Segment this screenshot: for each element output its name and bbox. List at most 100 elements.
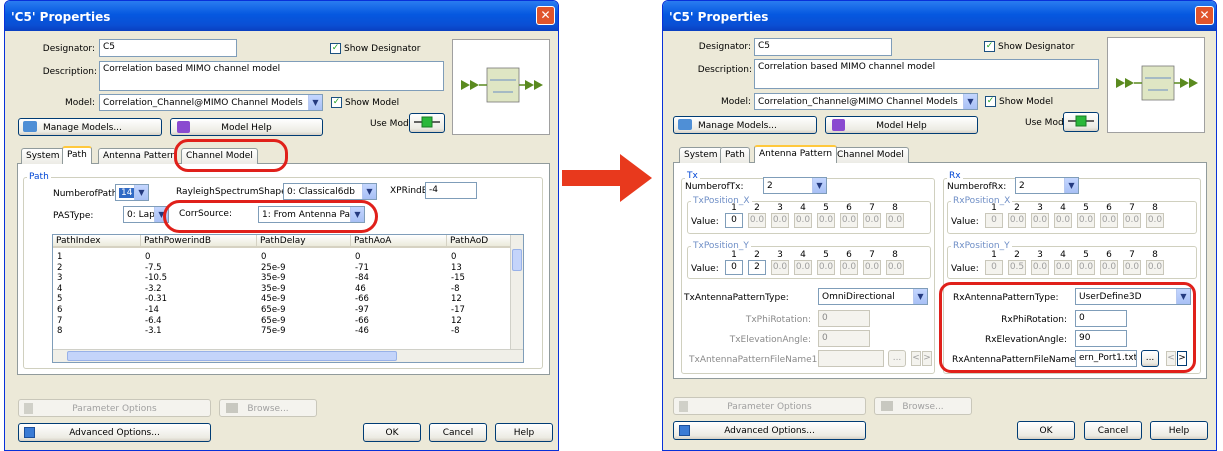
right-num-rx-select[interactable]: 2 ▼ — [1015, 177, 1079, 194]
position-index: 7 — [1129, 203, 1135, 213]
right-description-field[interactable]: Correlation based MIMO channel model — [754, 59, 1099, 89]
right-tx-pattern-type-select[interactable]: OmniDirectional ▼ — [818, 288, 928, 305]
table-cell: -6.4 — [145, 315, 162, 326]
left-rayleigh-select[interactable]: 0: Classical6db ▼ — [283, 183, 377, 200]
right-tx-group-title: Tx — [685, 171, 700, 181]
left-xpr-field[interactable]: -4 — [425, 182, 477, 199]
left-cancel-button[interactable]: Cancel — [429, 423, 487, 442]
left-manage-models-button[interactable]: Manage Models... — [18, 118, 162, 136]
right-cancel-button[interactable]: Cancel — [1084, 421, 1142, 440]
table-horizontal-scrollbar[interactable] — [53, 349, 523, 362]
left-designator-label: Designator: — [42, 44, 95, 54]
right-ok-button[interactable]: OK — [1017, 421, 1075, 440]
right-title-bar: 'C5' Properties — [663, 1, 1216, 31]
left-symbol-icon — [461, 67, 543, 103]
right-designator-field[interactable]: C5 — [754, 38, 892, 56]
left-tab-antenna-pattern[interactable]: Antenna Pattern — [98, 148, 176, 164]
position-value-cell: 0.0 — [817, 213, 835, 228]
left-show-designator-checkbox[interactable]: ✓ — [330, 43, 341, 54]
right-tab-antenna-pattern[interactable]: Antenna Pattern — [754, 145, 838, 163]
position-value-cell: 0.0 — [1100, 213, 1118, 228]
table-vertical-scrollbar[interactable] — [510, 235, 523, 349]
table-cell: 65e-9 — [261, 315, 286, 326]
table-header-cell[interactable]: PathAoA — [351, 235, 447, 248]
left-designator-field[interactable]: C5 — [99, 39, 237, 57]
position-index: 7 — [1129, 250, 1135, 260]
transition-arrow-icon — [562, 154, 652, 202]
right-list-icon — [679, 401, 688, 412]
position-value-cell: 0.0 — [1123, 213, 1141, 228]
table-cell: 5 — [57, 294, 63, 305]
table-cell: -0.31 — [145, 294, 167, 305]
left-advanced-icon — [24, 427, 35, 438]
right-tab-path[interactable]: Path — [720, 147, 750, 163]
table-cell: 12 — [451, 294, 462, 305]
position-value-cell: 0.0 — [1077, 213, 1095, 228]
position-index: 6 — [1106, 250, 1112, 260]
left-advanced-options-button[interactable]: Advanced Options... — [18, 423, 211, 442]
table-header-cell[interactable]: PathIndex — [53, 235, 141, 248]
left-list-icon — [24, 403, 33, 414]
position-index: 1 — [731, 203, 737, 213]
table-cell: 3 — [57, 273, 63, 284]
position-value-cell[interactable]: 0 — [725, 260, 743, 275]
left-ok-button[interactable]: OK — [363, 423, 421, 442]
right-show-model-label: Show Model — [999, 97, 1054, 107]
table-header-cell[interactable]: PathPowerindB — [141, 235, 257, 248]
right-show-model-checkbox[interactable]: ✓ — [985, 96, 996, 107]
left-tab-system[interactable]: System — [21, 148, 65, 164]
right-model-select[interactable]: Correlation_Channel@MIMO Channel Models ▼ — [754, 93, 978, 110]
right-folder-icon — [678, 119, 692, 130]
left-use-model-button[interactable] — [409, 113, 445, 133]
left-parameter-options-button: Parameter Options — [18, 399, 211, 417]
right-browse-button: Browse... — [874, 397, 972, 415]
left-model-label: Model: — [64, 98, 95, 108]
left-folder-icon — [23, 121, 37, 132]
position-index: 5 — [823, 250, 829, 260]
position-value-cell: 0.0 — [863, 213, 881, 228]
right-use-model-button[interactable] — [1063, 112, 1099, 132]
position-value-cell: 0 — [985, 213, 1003, 228]
left-title-bar: 'C5' Properties — [5, 1, 558, 31]
position-value-cell[interactable]: 2 — [748, 260, 766, 275]
left-num-path-select[interactable]: 14 ▼ — [115, 184, 149, 201]
right-rx-group-title: Rx — [947, 171, 963, 181]
right-tab-channel-model[interactable]: Channel Model — [832, 147, 909, 163]
left-help-book-icon — [177, 121, 190, 133]
right-num-tx-chevron-down-icon: ▼ — [812, 178, 826, 193]
left-num-path-chevron-down-icon: ▼ — [134, 185, 148, 200]
left-help-button[interactable]: Help — [495, 423, 553, 442]
table-cell: 8 — [57, 326, 63, 337]
right-close-icon[interactable]: ✕ — [1195, 6, 1214, 25]
left-model-help-button[interactable]: Model Help — [170, 118, 323, 136]
position-value-cell: 0.0 — [771, 260, 789, 275]
table-cell: -17 — [451, 305, 465, 315]
table-header-cell[interactable]: PathDelay — [257, 235, 351, 248]
left-model-select[interactable]: Correlation_Channel@MIMO Channel Models ▼ — [99, 94, 323, 111]
right-advanced-options-button[interactable]: Advanced Options... — [673, 421, 866, 440]
table-cell: -3.2 — [145, 283, 162, 294]
left-show-model-checkbox[interactable]: ✓ — [331, 97, 342, 108]
position-value-cell: 0.0 — [1100, 260, 1118, 275]
left-close-icon[interactable]: ✕ — [536, 6, 555, 25]
position-value-cell: 0.5 — [1008, 260, 1026, 275]
right-num-tx-select[interactable]: 2 ▼ — [763, 177, 827, 194]
right-help-button[interactable]: Help — [1150, 421, 1208, 440]
left-rayleigh-chevron-down-icon: ▼ — [362, 184, 376, 199]
right-manage-models-button[interactable]: Manage Models... — [673, 116, 817, 134]
left-description-field[interactable]: Correlation based MIMO channel model — [99, 61, 444, 91]
left-path-table[interactable]: PathIndex PathPowerindB PathDelay PathAoA Pa… — [52, 234, 524, 363]
table-cell: -66 — [355, 315, 369, 326]
right-tx-elev-field: 0 — [818, 330, 870, 347]
scrollbar-thumb[interactable] — [67, 351, 397, 361]
right-tab-system[interactable]: System — [679, 147, 723, 163]
right-show-designator-checkbox[interactable]: ✓ — [984, 41, 995, 52]
right-model-help-button[interactable]: Model Help — [825, 116, 978, 134]
right-tx-file-field — [818, 350, 884, 367]
scrollbar-thumb[interactable] — [512, 249, 522, 271]
left-tab-path[interactable]: Path — [62, 146, 92, 164]
position-index: 6 — [846, 203, 852, 213]
position-value-cell[interactable]: 0 — [725, 213, 743, 228]
left-browse-button: Browse... — [219, 399, 317, 417]
table-header-cell[interactable]: PathAoD — [447, 235, 517, 248]
